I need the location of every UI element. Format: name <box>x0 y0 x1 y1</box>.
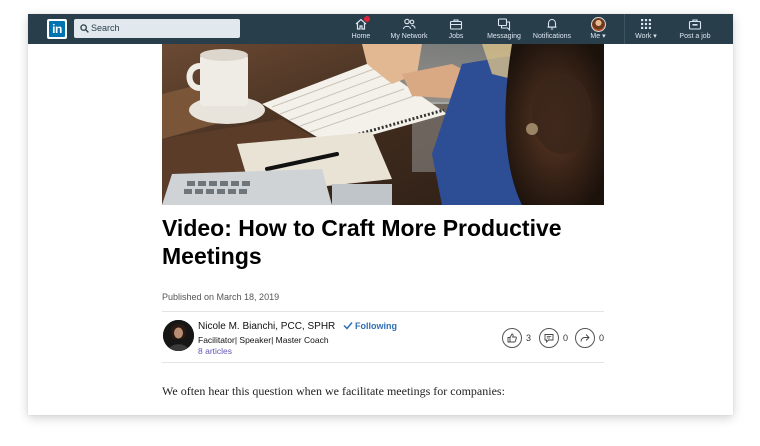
network-icon <box>402 18 416 30</box>
grid-icon <box>641 19 651 29</box>
comment-icon <box>544 334 554 343</box>
messaging-icon <box>497 18 511 31</box>
share-icon <box>580 334 590 342</box>
article-hero-image <box>162 44 604 205</box>
article-body-intro: We often hear this question when we faci… <box>162 384 505 398</box>
nav-home[interactable]: Home <box>342 14 380 44</box>
author-name[interactable]: Nicole M. Bianchi, PCC, SPHR <box>198 321 335 332</box>
comment-icon-circle <box>539 328 559 348</box>
search-box[interactable]: Search <box>74 19 240 38</box>
author-articles-link[interactable]: 8 articles <box>198 346 232 356</box>
nav-home-label: Home <box>351 33 371 40</box>
bell-icon <box>547 18 557 30</box>
share-count: 0 <box>599 333 605 343</box>
article-title: Video: How to Craft More Productive Meet… <box>162 215 562 269</box>
nav-post-job[interactable]: Post a job <box>671 14 719 44</box>
nav-jobs-label: Jobs <box>448 33 464 40</box>
like-icon <box>507 333 517 343</box>
author-avatar[interactable] <box>163 320 194 351</box>
divider-bottom <box>162 362 604 363</box>
notification-badge <box>363 15 371 23</box>
nav-messaging-label: Messaging <box>487 33 521 40</box>
author-headline: Facilitator| Speaker| Master Coach <box>198 335 329 345</box>
nav-jobs[interactable]: Jobs <box>440 14 472 44</box>
nav-divider <box>624 14 625 44</box>
nav-notifications-label: Notifications <box>532 33 572 40</box>
nav-me-label: Me ▾ <box>590 33 606 40</box>
published-date: Published on March 18, 2019 <box>162 292 280 302</box>
share-icon-circle <box>575 328 595 348</box>
nav-messaging[interactable]: Messaging <box>480 14 528 44</box>
following-button[interactable]: Following <box>343 321 397 331</box>
top-navbar: in Search Home My Network Jobs Messaging… <box>28 14 733 44</box>
nav-my-network-label: My Network <box>390 33 428 40</box>
nav-work-label: Work ▾ <box>635 33 657 40</box>
search-icon <box>80 24 89 33</box>
following-label: Following <box>355 321 397 331</box>
search-input[interactable]: Search <box>91 22 120 35</box>
nav-post-job-label: Post a job <box>679 33 711 40</box>
like-count: 3 <box>526 333 532 343</box>
comment-count: 0 <box>563 333 569 343</box>
hero-photo <box>162 44 604 205</box>
author-photo <box>163 320 194 351</box>
browser-frame: in Search Home My Network Jobs Messaging… <box>28 14 733 415</box>
nav-notifications[interactable]: Notifications <box>528 14 576 44</box>
linkedin-logo[interactable]: in <box>47 19 67 39</box>
nav-work[interactable]: Work ▾ <box>630 14 662 44</box>
like-icon-circle <box>502 328 522 348</box>
check-icon <box>343 322 353 330</box>
nav-my-network[interactable]: My Network <box>384 14 434 44</box>
nav-me[interactable]: Me ▾ <box>584 14 612 44</box>
divider-top <box>162 311 604 312</box>
post-job-icon <box>688 19 702 30</box>
avatar <box>591 17 606 32</box>
briefcase-icon <box>449 19 463 30</box>
logo-text: in <box>49 21 65 37</box>
